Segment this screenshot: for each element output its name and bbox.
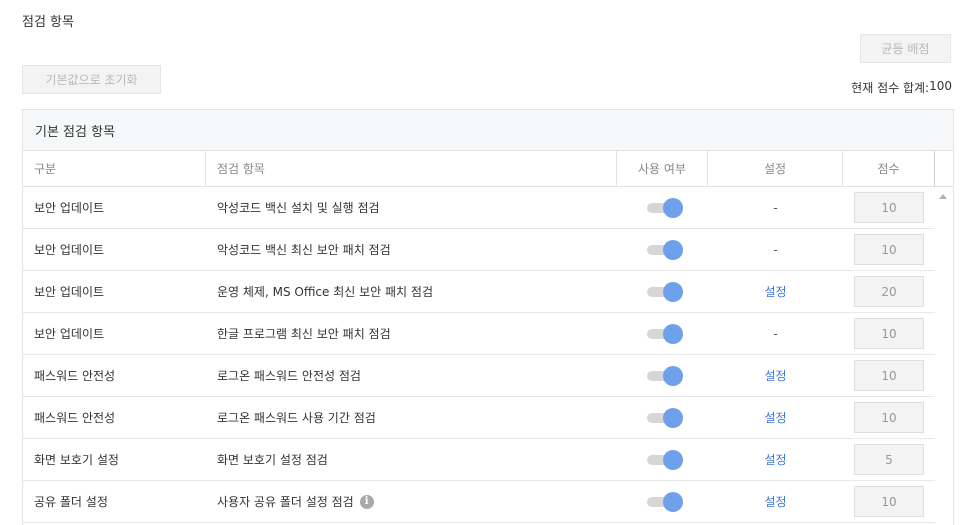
row-item-cell: 화면 보호기 설정 점검 xyxy=(206,439,617,480)
table-row: 공유 폴더 설정 사용자 공유 폴더 설정 점검 i 설정 10 xyxy=(23,481,953,523)
row-item: 사용자 공유 폴더 설정 점검 xyxy=(217,495,354,509)
table-body: 보안 업데이트 악성코드 백신 설치 및 실행 점검 -10 보안 업데이트 악성코드 … xyxy=(23,187,953,523)
basic-check-items-panel: 기본 점검 항목 구분 점검 항목 사용 여부 설정 점수 보안 업데이트악성코… xyxy=(22,109,954,525)
column-settings: 설정 xyxy=(708,151,843,186)
row-settings-cell: 설정 xyxy=(708,271,843,312)
row-score-cell: 10 xyxy=(843,313,935,354)
total-score-value: 100 xyxy=(929,79,952,93)
row-category: 보안 업데이트 xyxy=(34,243,105,257)
row-score-cell: 20 xyxy=(843,271,935,312)
row-settings-cell: - xyxy=(708,229,843,270)
settings-none: - xyxy=(773,200,778,215)
table-row: 보안 업데이트 악성코드 백신 설치 및 실행 점검 - 10 xyxy=(23,187,953,229)
enabled-toggle[interactable] xyxy=(643,197,683,218)
row-category: 패스워드 안전성 xyxy=(34,369,116,383)
row-item: 로그온 패스워드 안전성 점검 xyxy=(217,369,361,383)
score-input[interactable]: 20 xyxy=(854,276,924,307)
score-input[interactable]: 10 xyxy=(854,402,924,433)
column-category: 구분 xyxy=(23,151,206,186)
settings-none: - xyxy=(773,242,778,257)
score-input[interactable]: 5 xyxy=(854,444,924,475)
row-score-cell: 10 xyxy=(843,481,935,522)
settings-link[interactable]: 설정 xyxy=(764,451,786,468)
column-item: 점검 항목 xyxy=(206,151,617,186)
enabled-toggle[interactable] xyxy=(643,239,683,260)
score-input[interactable]: 10 xyxy=(854,192,924,223)
section-title: 점검 항목 xyxy=(22,15,74,30)
row-category: 보안 업데이트 xyxy=(34,285,105,299)
enabled-toggle[interactable] xyxy=(643,365,683,386)
row-settings-cell: 설정 xyxy=(708,355,843,396)
row-item-cell: 악성코드 백신 설치 및 실행 점검 xyxy=(206,187,617,228)
row-score-cell: 10 xyxy=(843,229,935,270)
row-item-cell: 로그온 패스워드 안전성 점검 xyxy=(206,355,617,396)
score-input[interactable]: 10 xyxy=(854,318,924,349)
row-enabled-cell xyxy=(617,439,708,480)
row-settings-cell: 설정 xyxy=(708,439,843,480)
settings-link[interactable]: 설정 xyxy=(764,409,786,426)
score-input[interactable]: 10 xyxy=(854,234,924,265)
equal-distribution-button[interactable]: 균등 배점 xyxy=(860,34,951,63)
row-enabled-cell xyxy=(617,271,708,312)
row-enabled-cell xyxy=(617,481,708,522)
enabled-toggle[interactable] xyxy=(643,449,683,470)
panel-title: 기본 점검 항목 xyxy=(23,110,953,151)
table-row: 패스워드 안전성 로그온 패스워드 사용 기간 점검 설정 10 xyxy=(23,397,953,439)
enabled-toggle[interactable] xyxy=(643,407,683,428)
reset-default-button[interactable]: 기본값으로 초기화 xyxy=(22,65,161,94)
column-score: 점수 xyxy=(843,151,935,186)
row-settings-cell: - xyxy=(708,187,843,228)
score-input[interactable]: 10 xyxy=(854,360,924,391)
table-row: 보안 업데이트 운영 체제, MS Office 최신 보안 패치 점검 설정 20 xyxy=(23,271,953,313)
table-row: 화면 보호기 설정 화면 보호기 설정 점검 설정 5 xyxy=(23,439,953,481)
row-category: 화면 보호기 설정 xyxy=(34,453,119,467)
score-input[interactable]: 10 xyxy=(854,486,924,517)
scroll-up-arrow-icon[interactable] xyxy=(939,194,947,199)
enabled-toggle[interactable] xyxy=(643,323,683,344)
row-category: 공유 폴더 설정 xyxy=(34,495,108,509)
table-row: 보안 업데이트 한글 프로그램 최신 보안 패치 점검 - 10 xyxy=(23,313,953,355)
settings-link[interactable]: 설정 xyxy=(764,367,786,384)
row-category: 보안 업데이트 xyxy=(34,327,105,341)
enabled-toggle[interactable] xyxy=(643,491,683,512)
row-item: 악성코드 백신 최신 보안 패치 점검 xyxy=(217,243,391,257)
total-score: 현재 점수 합계: 100 xyxy=(851,79,952,96)
row-item-cell: 한글 프로그램 최신 보안 패치 점검 xyxy=(206,313,617,354)
row-enabled-cell xyxy=(617,313,708,354)
row-item: 화면 보호기 설정 점검 xyxy=(217,453,328,467)
row-settings-cell: - xyxy=(708,313,843,354)
enabled-toggle[interactable] xyxy=(643,281,683,302)
total-score-label: 현재 점수 합계: xyxy=(851,81,930,95)
row-item: 운영 체제, MS Office 최신 보안 패치 점검 xyxy=(217,285,433,299)
row-item-cell: 로그온 패스워드 사용 기간 점검 xyxy=(206,397,617,438)
row-score-cell: 5 xyxy=(843,439,935,480)
settings-link[interactable]: 설정 xyxy=(764,283,786,300)
settings-none: - xyxy=(773,326,778,341)
row-item-cell: 악성코드 백신 최신 보안 패치 점검 xyxy=(206,229,617,270)
row-enabled-cell xyxy=(617,397,708,438)
row-category: 패스워드 안전성 xyxy=(34,411,116,425)
row-item: 로그온 패스워드 사용 기간 점검 xyxy=(217,411,376,425)
row-item: 한글 프로그램 최신 보안 패치 점검 xyxy=(217,327,391,341)
row-item-cell: 운영 체제, MS Office 최신 보안 패치 점검 xyxy=(206,271,617,312)
row-enabled-cell xyxy=(617,229,708,270)
row-item-cell: 사용자 공유 폴더 설정 점검 i xyxy=(206,481,617,522)
row-score-cell: 10 xyxy=(843,397,935,438)
row-score-cell: 10 xyxy=(843,355,935,396)
row-score-cell: 10 xyxy=(843,187,935,228)
row-item: 악성코드 백신 설치 및 실행 점검 xyxy=(217,201,380,215)
row-settings-cell: 설정 xyxy=(708,481,843,522)
row-settings-cell: 설정 xyxy=(708,397,843,438)
row-enabled-cell xyxy=(617,355,708,396)
info-icon[interactable]: i xyxy=(359,494,374,509)
table-row: 패스워드 안전성 로그온 패스워드 안전성 점검 설정 10 xyxy=(23,355,953,397)
table-row: 보안 업데이트 악성코드 백신 최신 보안 패치 점검 - 10 xyxy=(23,229,953,271)
settings-link[interactable]: 설정 xyxy=(764,493,786,510)
column-enabled: 사용 여부 xyxy=(617,151,708,186)
table-scrollbar[interactable] xyxy=(935,188,953,525)
row-enabled-cell xyxy=(617,187,708,228)
table-header: 구분 점검 항목 사용 여부 설정 점수 xyxy=(23,151,953,187)
row-category: 보안 업데이트 xyxy=(34,201,105,215)
